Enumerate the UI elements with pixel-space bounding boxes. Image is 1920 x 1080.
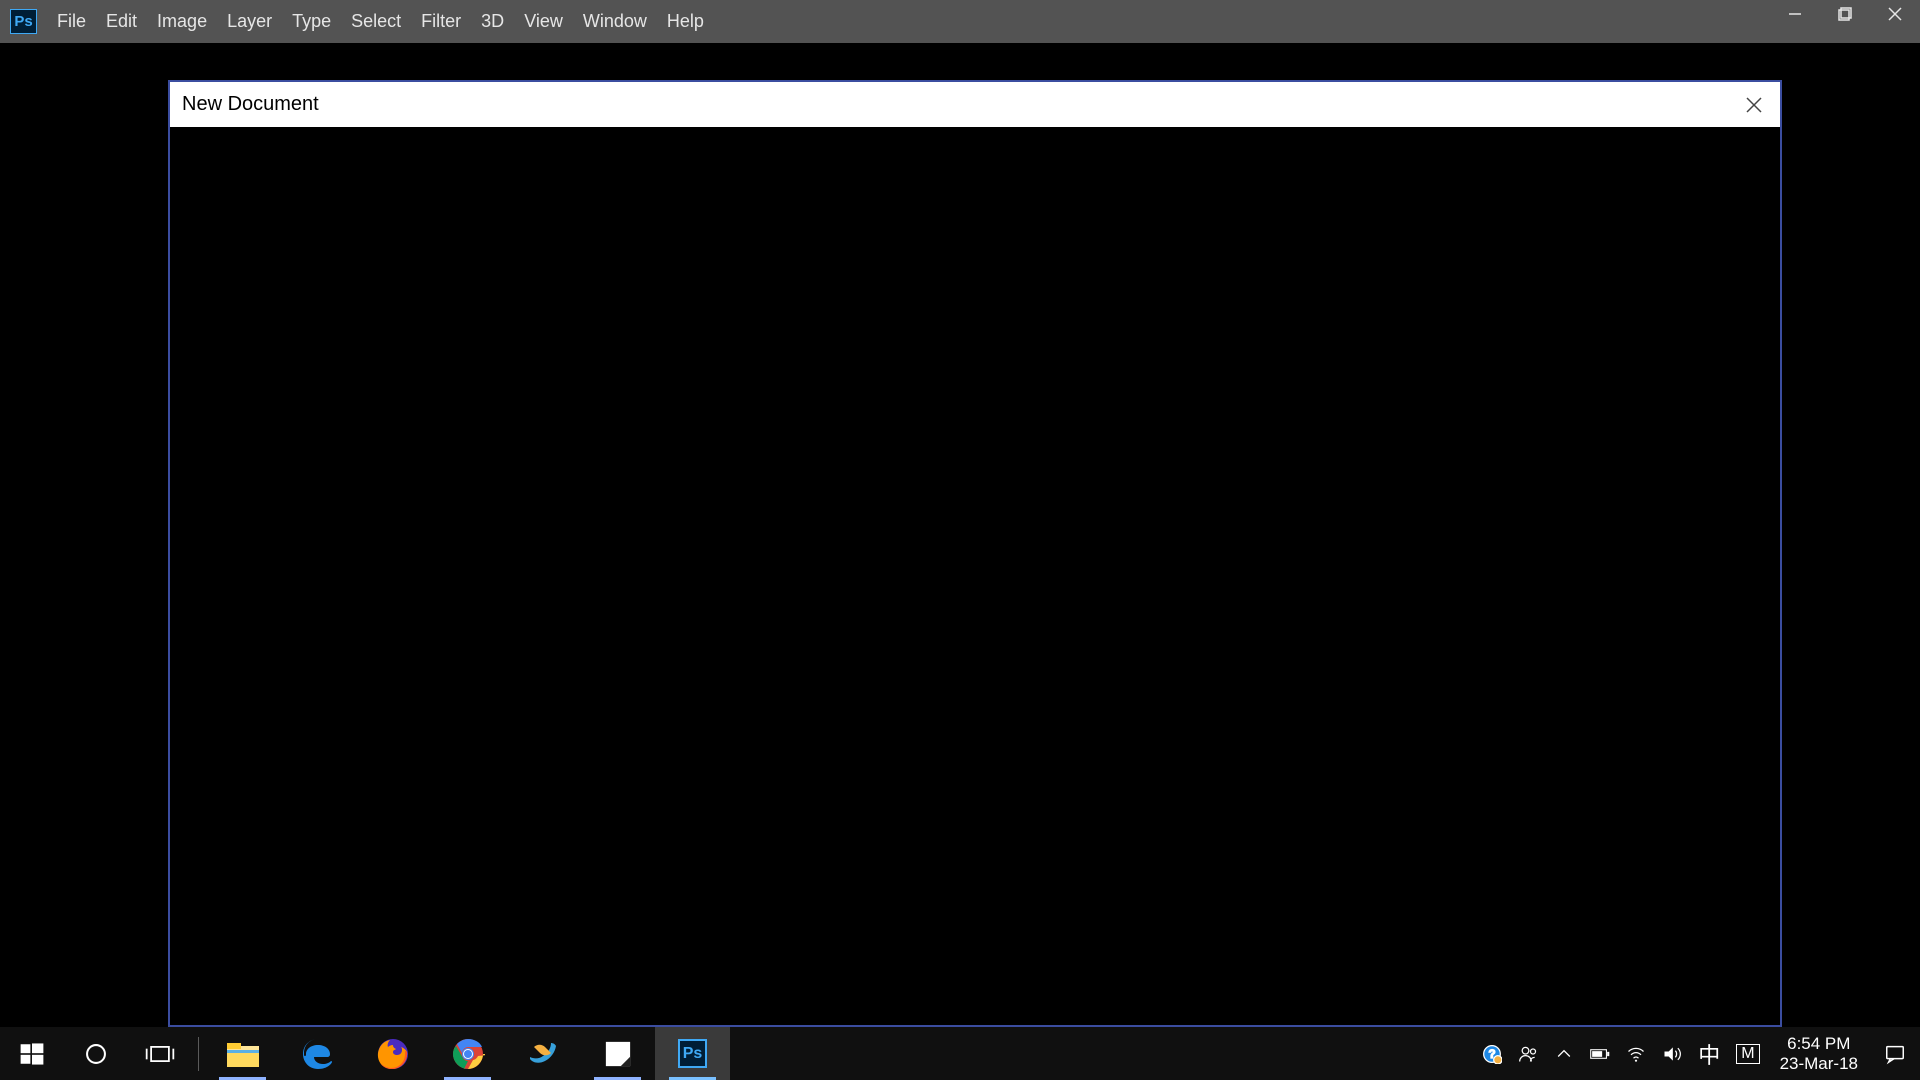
menu-layer[interactable]: Layer xyxy=(217,0,282,43)
taskbar-left: Ps xyxy=(0,1027,730,1080)
file-explorer-icon xyxy=(226,1037,260,1071)
tray-people-button[interactable] xyxy=(1510,1027,1546,1080)
chrome-icon xyxy=(451,1037,485,1071)
taskbar-app-firefox[interactable] xyxy=(355,1027,430,1080)
tray-ime-mode-button[interactable]: M xyxy=(1728,1027,1767,1080)
close-icon xyxy=(1888,7,1902,21)
windows-logo-icon xyxy=(15,1037,49,1071)
window-minimize-button[interactable] xyxy=(1770,0,1820,28)
taskbar-app-generic-1[interactable] xyxy=(505,1027,580,1080)
windows-taskbar: Ps ? 中 M 6:54 PM 23-Mar-18 xyxy=(0,1027,1920,1080)
close-icon xyxy=(1745,96,1763,114)
ime-mode-icon: M xyxy=(1736,1044,1759,1064)
taskbar-clock[interactable]: 6:54 PM 23-Mar-18 xyxy=(1768,1034,1870,1074)
clock-date: 23-Mar-18 xyxy=(1780,1054,1858,1074)
new-document-title-text: New Document xyxy=(182,93,319,116)
battery-icon xyxy=(1590,1044,1610,1064)
help-badge-icon: ? xyxy=(1482,1044,1502,1064)
notification-icon xyxy=(1884,1043,1906,1065)
tray-ime-button[interactable]: 中 xyxy=(1690,1027,1728,1080)
taskbar-app-photoshop[interactable]: Ps xyxy=(655,1027,730,1080)
minimize-icon xyxy=(1788,7,1802,21)
tray-help-icon[interactable]: ? xyxy=(1474,1027,1510,1080)
speaker-icon xyxy=(1662,1044,1682,1064)
menu-file[interactable]: File xyxy=(47,0,96,43)
taskbar-right: ? 中 M 6:54 PM 23-Mar-18 xyxy=(1474,1027,1920,1080)
wifi-icon xyxy=(1626,1044,1646,1064)
cortana-icon xyxy=(79,1037,113,1071)
chevron-up-icon xyxy=(1554,1044,1574,1064)
menu-image[interactable]: Image xyxy=(147,0,217,43)
tray-volume-button[interactable] xyxy=(1654,1027,1690,1080)
window-restore-button[interactable] xyxy=(1820,0,1870,28)
note-app-icon xyxy=(601,1037,635,1071)
photoshop-logo-icon: Ps xyxy=(10,9,37,34)
tray-wifi-button[interactable] xyxy=(1618,1027,1654,1080)
menu-help[interactable]: Help xyxy=(657,0,714,43)
clock-time: 6:54 PM xyxy=(1780,1034,1858,1054)
window-close-button[interactable] xyxy=(1870,0,1920,28)
edge-icon xyxy=(301,1037,335,1071)
task-view-button[interactable] xyxy=(128,1027,192,1080)
restore-icon xyxy=(1838,7,1852,21)
cortana-button[interactable] xyxy=(64,1027,128,1080)
taskbar-app-generic-2[interactable] xyxy=(580,1027,655,1080)
tray-overflow-button[interactable] xyxy=(1546,1027,1582,1080)
action-center-button[interactable] xyxy=(1870,1027,1920,1080)
window-controls xyxy=(1770,0,1920,28)
menu-select[interactable]: Select xyxy=(341,0,411,43)
photoshop-menu-bar: File Edit Image Layer Type Select Filter… xyxy=(47,0,714,43)
people-icon xyxy=(1518,1044,1538,1064)
taskbar-app-chrome[interactable] xyxy=(430,1027,505,1080)
photoshop-icon: Ps xyxy=(678,1039,707,1068)
firefox-icon xyxy=(376,1037,410,1071)
new-document-dialog: New Document xyxy=(168,80,1782,1027)
taskbar-app-file-explorer[interactable] xyxy=(205,1027,280,1080)
photoshop-titlebar: Ps File Edit Image Layer Type Select Fil… xyxy=(0,0,1920,43)
menu-type[interactable]: Type xyxy=(282,0,341,43)
new-document-body xyxy=(170,127,1780,1025)
new-document-close-button[interactable] xyxy=(1728,82,1780,127)
menu-3d[interactable]: 3D xyxy=(471,0,514,43)
task-view-icon xyxy=(143,1037,177,1071)
taskbar-app-edge[interactable] xyxy=(280,1027,355,1080)
tray-battery-button[interactable] xyxy=(1582,1027,1618,1080)
new-document-titlebar: New Document xyxy=(170,82,1780,127)
bird-app-icon xyxy=(526,1037,560,1071)
start-button[interactable] xyxy=(0,1027,64,1080)
taskbar-separator xyxy=(198,1037,199,1071)
menu-view[interactable]: View xyxy=(514,0,573,43)
menu-filter[interactable]: Filter xyxy=(411,0,471,43)
menu-window[interactable]: Window xyxy=(573,0,657,43)
menu-edit[interactable]: Edit xyxy=(96,0,147,43)
photoshop-main-window: Ps File Edit Image Layer Type Select Fil… xyxy=(0,0,1920,1027)
